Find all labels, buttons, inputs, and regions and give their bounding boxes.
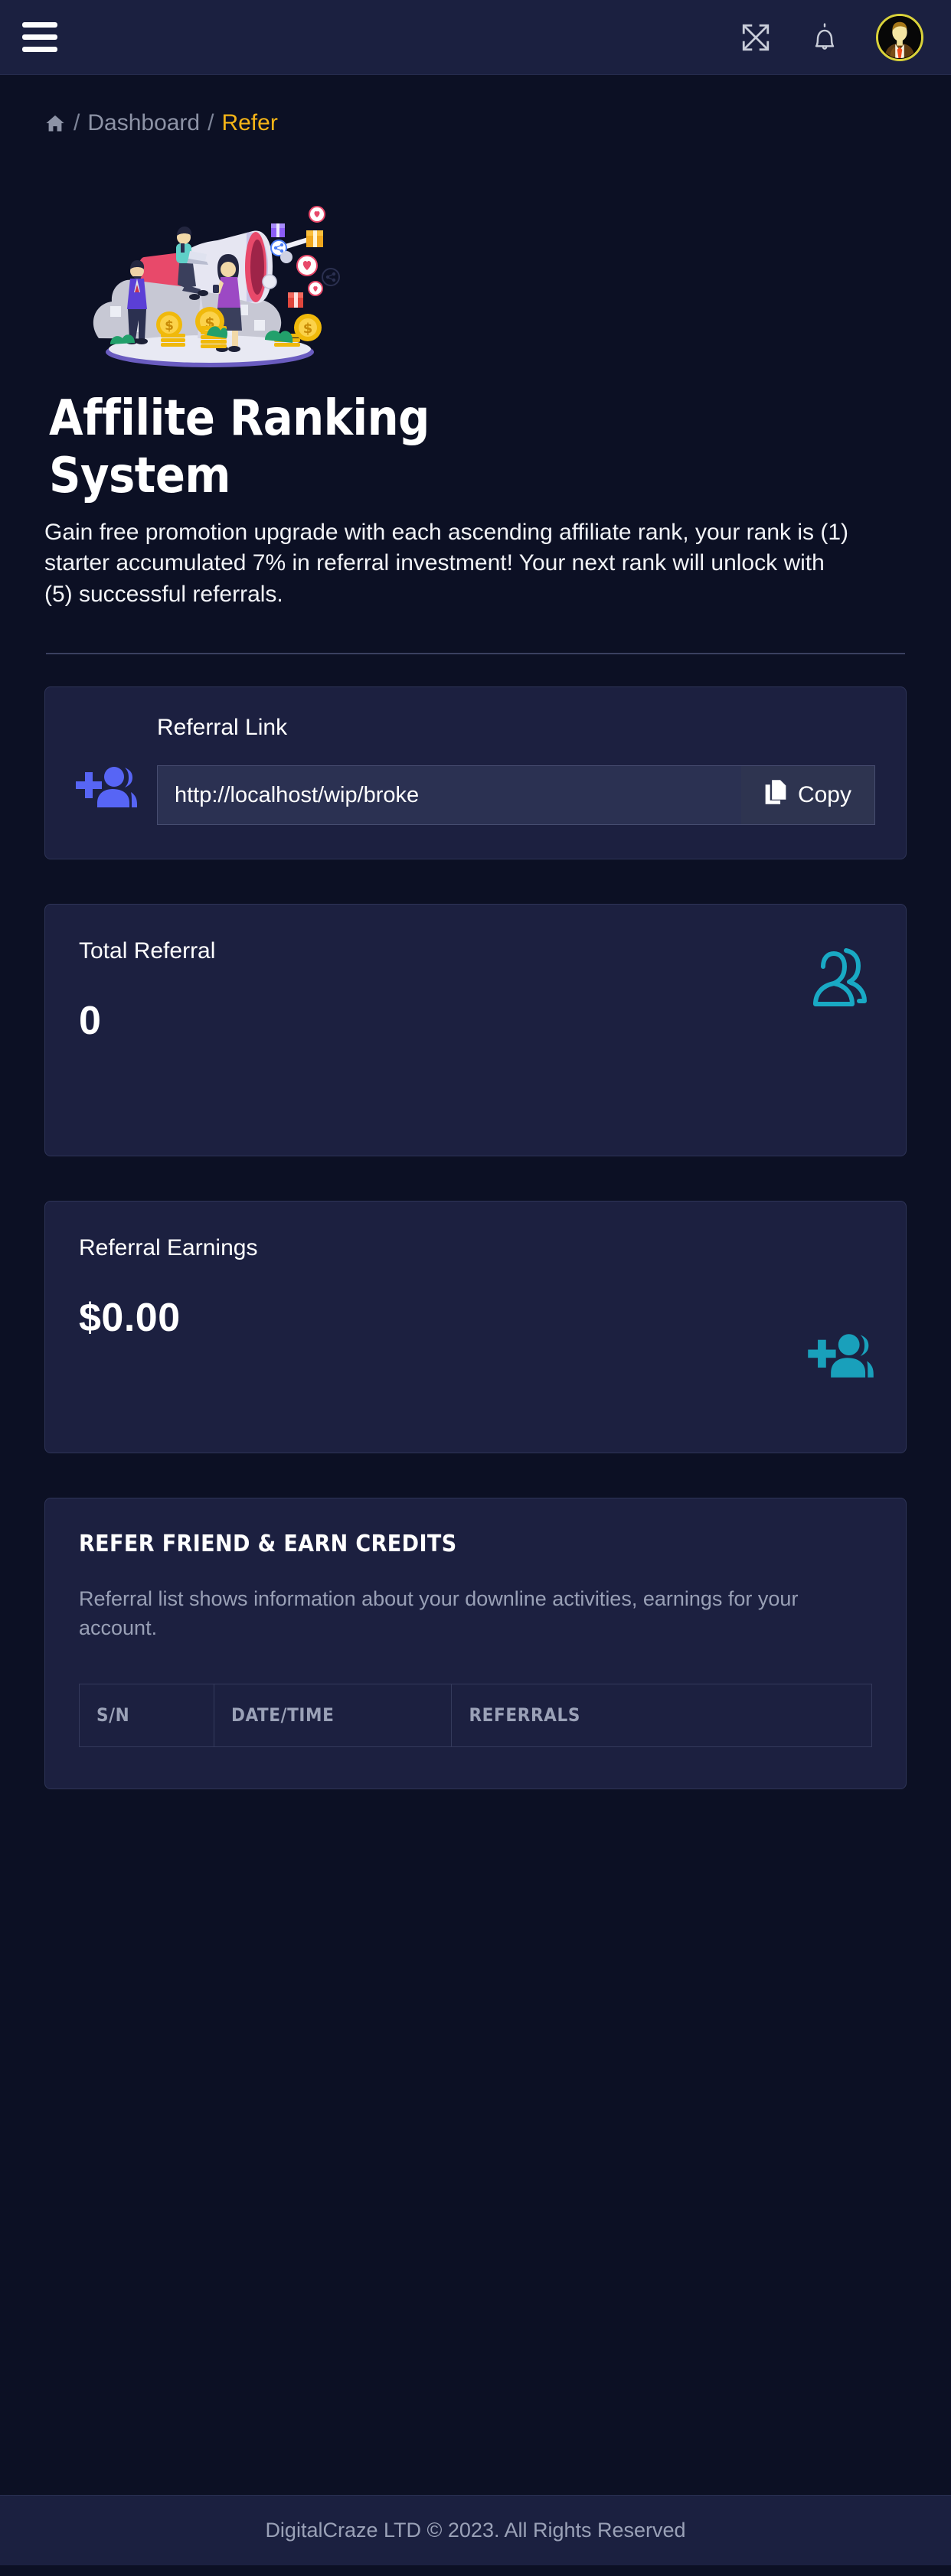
svg-text:$: $: [303, 321, 313, 337]
add-users-icon: [808, 1332, 874, 1383]
affiliate-megaphone-illustration: $ $ $: [64, 178, 355, 372]
breadcrumb-separator: /: [74, 110, 80, 135]
bell-icon[interactable]: [807, 20, 842, 55]
users-outline-icon: [796, 946, 869, 1016]
hamburger-bar: [22, 22, 57, 28]
copy-button-label: Copy: [797, 782, 851, 808]
page-title: Affilite Ranking System: [49, 390, 430, 504]
hamburger-menu-icon[interactable]: [20, 17, 61, 58]
top-navigation-bar: [0, 0, 951, 75]
referral-link-card: Referral Link Copy: [44, 686, 907, 860]
page-footer: DigitalCraze LTD © 2023. All Rights Rese…: [0, 2495, 951, 2565]
hamburger-bar: [22, 47, 57, 52]
referral-table-head: S/N DATE/TIME REFERRALS: [79, 1683, 872, 1747]
refer-friend-description: Referral list shows information about yo…: [79, 1587, 799, 1639]
referral-earnings-value: $0.00: [79, 1296, 181, 1341]
total-referral-card: Total Referral 0: [44, 904, 907, 1157]
table-header-row: S/N DATE/TIME REFERRALS: [79, 1683, 872, 1747]
hamburger-bar: [22, 34, 57, 40]
breadcrumb: / Dashboard / Refer: [0, 75, 951, 135]
breadcrumb-item-refer: Refer: [221, 110, 278, 135]
avatar[interactable]: [876, 13, 923, 61]
breadcrumb-item-dashboard[interactable]: Dashboard: [87, 112, 200, 135]
copy-button[interactable]: Copy: [740, 765, 875, 826]
total-referral-value: 0: [79, 999, 102, 1044]
referral-table: S/N DATE/TIME REFERRALS: [79, 1683, 872, 1747]
topbar-actions: [738, 13, 923, 61]
table-header-datetime: DATE/TIME: [213, 1683, 453, 1747]
total-referral-label: Total Referral: [79, 938, 216, 964]
referral-link-input-group: Copy: [157, 765, 875, 826]
footer-copyright: DigitalCraze LTD © 2023. All Rights Rese…: [265, 2519, 686, 2542]
referral-earnings-label: Referral Earnings: [79, 1235, 258, 1261]
refer-friend-card: REFER FRIEND & EARN CREDITS Referral lis…: [44, 1498, 907, 1789]
referral-link-body: Referral Link Copy: [149, 715, 875, 826]
referral-link-label: Referral Link: [157, 715, 288, 741]
content-bottom-spacer: [44, 1789, 907, 1844]
copy-icon: [764, 779, 787, 811]
footer-bottom-strip: [0, 2565, 951, 2576]
table-header-sn: S/N: [79, 1683, 214, 1747]
add-users-icon: [76, 765, 149, 809]
home-icon[interactable]: [44, 112, 66, 134]
svg-text:$: $: [165, 318, 174, 334]
page-root: / Dashboard / Refer $ $ $ Affilite Ranki…: [0, 0, 951, 2576]
referral-earnings-card: Referral Earnings $0.00: [44, 1201, 907, 1454]
fullscreen-expand-icon[interactable]: [738, 20, 773, 55]
section-divider: [46, 653, 905, 655]
refer-friend-title: REFER FRIEND & EARN CREDITS: [79, 1531, 457, 1558]
page-description: Gain free promotion upgrade with each as…: [44, 519, 849, 607]
table-header-referrals: REFERRALS: [451, 1683, 872, 1747]
referral-link-input[interactable]: [157, 765, 741, 826]
main-content: $ $ $ Affilite Ranking System Gain free …: [0, 135, 951, 2495]
breadcrumb-separator: /: [208, 110, 214, 135]
